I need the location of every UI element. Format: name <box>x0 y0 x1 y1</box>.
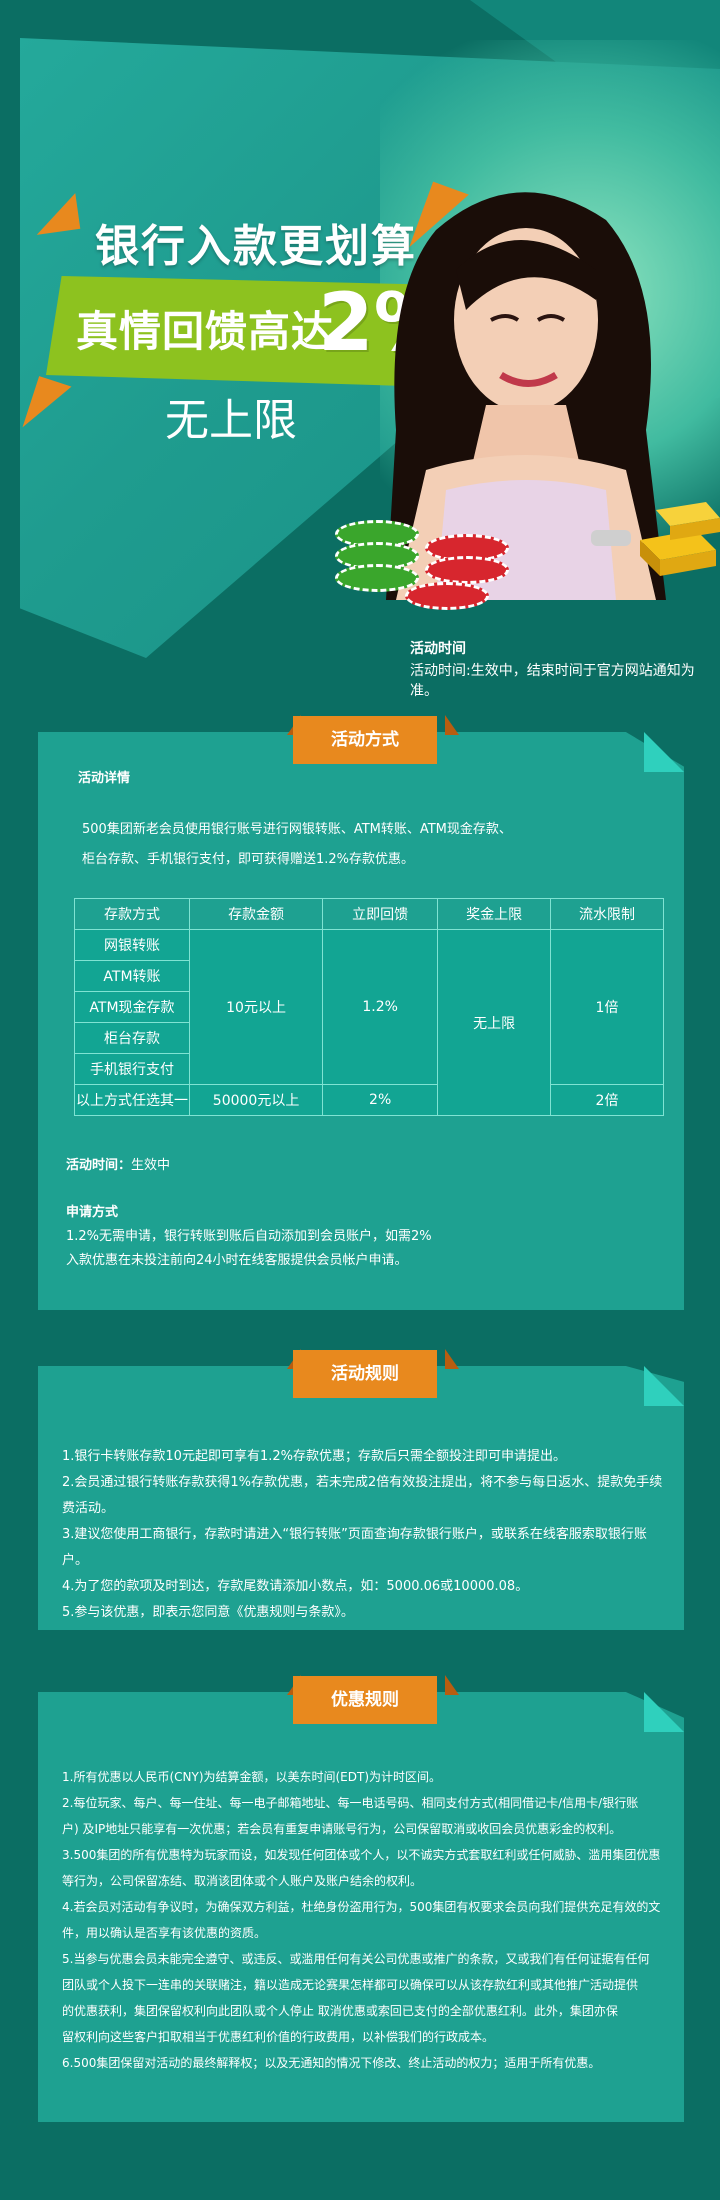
rule-item: 3.建议您使用工商银行，存款时请进入“银行转账”页面查询存款银行账户，或联系在线… <box>62 1527 647 1568</box>
activity-time-line: 活动时间：生效中 <box>66 1153 170 1179</box>
table-cell: 无上限 <box>437 929 552 1116</box>
rule-item: 1.所有优惠以人民币(CNY)为结算金额，以美东时间(EDT)为计时区间。 <box>62 1770 442 1784</box>
offer-rules-list: 1.所有优惠以人民币(CNY)为结算金额，以美东时间(EDT)为计时区间。 2.… <box>62 1764 682 2076</box>
rule-item: 3.500集团的所有优惠特为玩家而设，如发现任何团体或个人，以不诚实方式套取红利… <box>62 1848 661 1862</box>
rule-item: 5.参与该优惠，即表示您同意《优惠规则与条款》。 <box>62 1605 354 1620</box>
table-cell: 2倍 <box>550 1084 664 1116</box>
column-header: 流水限制 <box>550 898 664 930</box>
rule-item: 留权利向这些客户扣取相当于优惠红利价值的行政费用，以补偿我们的行政成本。 <box>62 2030 495 2044</box>
table-cell: 10元以上 <box>188 929 324 1085</box>
table-cell: 网银转账 <box>74 929 190 961</box>
table-cell: 50000元以上 <box>188 1084 324 1116</box>
rule-item: 1.银行卡转账存款10元起即可享有1.2%存款优惠；存款后只需全额投注即可申请提… <box>62 1449 566 1464</box>
gold-bars-icon <box>640 502 720 576</box>
column-header: 奖金上限 <box>437 898 552 930</box>
rule-item: 团队或个人投下一连串的关联赌注，籍以造成无论赛果怎样都可以确保可以从该存款红利或… <box>62 1978 639 1992</box>
event-time-text: 活动时间:生效中，结束时间于官方网站通知为准。 <box>410 663 695 699</box>
table-header-row: 存款方式 存款金额 立即回馈 奖金上限 流水限制 <box>74 898 664 930</box>
table-cell: 以上方式任选其一 <box>74 1084 190 1116</box>
details-line: 柜台存款、手机银行支付，即可获得赠送1.2%存款优惠。 <box>82 852 415 867</box>
table-row: 以上方式任选其一 50000元以上 2% 2倍 <box>74 1084 664 1116</box>
rule-item: 等行为，公司保留冻结、取消该团体或个人账户及账户结余的权利。 <box>62 1874 423 1888</box>
hero-no-limit: 无上限 <box>165 395 297 446</box>
rule-item: 件，用以确认是否享有该优惠的资质。 <box>62 1926 267 1940</box>
table-cell: 1倍 <box>550 929 664 1085</box>
details-line: 500集团新老会员使用银行账号进行网银转账、ATM转账、ATM现金存款、 <box>82 822 512 837</box>
activity-time-label: 活动时间： <box>66 1158 132 1173</box>
tab-activity-rules: 活动规则 <box>293 1350 437 1398</box>
promo-table: 存款方式 存款金额 立即回馈 奖金上限 流水限制 网银转账 10元以上 1.2%… <box>74 898 664 1116</box>
activity-rules-list: 1.银行卡转账存款10元起即可享有1.2%存款优惠；存款后只需全额投注即可申请提… <box>62 1444 672 1626</box>
column-header: 存款方式 <box>74 898 190 930</box>
orange-triangle-decoration <box>31 193 81 235</box>
table-row: 网银转账 10元以上 1.2% 无上限 1倍 <box>74 929 664 1116</box>
rule-item: 6.500集团保留对活动的最终解释权；以及无通知的情况下修改、终止活动的权力；适… <box>62 2056 601 2070</box>
apply-title: 申请方式 <box>66 1205 119 1220</box>
table-cell: ATM现金存款 <box>74 991 190 1023</box>
apply-line: 入款优惠在未投注前向24小时在线客服提供会员帐户申请。 <box>66 1253 408 1268</box>
details-title: 活动详情 <box>78 771 131 786</box>
rule-item: 户) 及IP地址只能享有一次优惠；若会员有重复申请账号行为，公司保留取消或收回会… <box>62 1822 622 1836</box>
tab-activity-method: 活动方式 <box>293 716 437 764</box>
table-cell: ATM转账 <box>74 960 190 992</box>
rule-item: 4.为了您的款项及时到达，存款尾数请添加小数点，如：5000.06或10000.… <box>62 1579 529 1594</box>
column-header: 存款金额 <box>188 898 324 930</box>
rule-item: 2.每位玩家、每户、每一住址、每一电子邮箱地址、每一电话号码、相同支付方式(相同… <box>62 1796 639 1810</box>
table-cell: 1.2% <box>322 929 439 1085</box>
page-fold-corner <box>644 1692 684 1732</box>
rule-item: 的优惠获利，集团保留权利向此团队或个人停止 取消优惠或索回已支付的全部优惠红利。… <box>62 2004 618 2018</box>
event-time-label: 活动时间 <box>410 641 466 657</box>
hero-subheadline: 真情回馈高达 <box>76 307 335 356</box>
rule-item: 5.当参与优惠会员未能完全遵守、或违反、或滥用任何有关公司优惠或推广的条款，又或… <box>62 1952 650 1966</box>
tab-ribbon-fold <box>445 1349 459 1369</box>
apply-line: 1.2%无需申请，银行转账到账后自动添加到会员账户，如需2% <box>66 1229 432 1244</box>
rule-item: 2.会员通过银行转账存款获得1%存款优惠，若未完成2倍有效投注提出，将不参与每日… <box>62 1475 663 1516</box>
activity-time-value: 生效中 <box>131 1158 171 1173</box>
table-cell: 2% <box>322 1084 439 1116</box>
table-cell: 柜台存款 <box>74 1022 190 1054</box>
tab-ribbon-fold <box>445 1675 459 1695</box>
table-cell: 手机银行支付 <box>74 1053 190 1085</box>
hero-banner: 银行入款更划算 真情回馈高达 2% 无上限 活动时间 活动时间:生效中，结束时间… <box>0 0 720 720</box>
page-fold-corner <box>644 732 684 772</box>
rule-item: 4.若会员对活动有争议时，为确保双方利益，杜绝身份盗用行为，500集团有权要求会… <box>62 1900 661 1914</box>
column-header: 立即回馈 <box>322 898 439 930</box>
tab-offer-rules: 优惠规则 <box>293 1676 437 1724</box>
